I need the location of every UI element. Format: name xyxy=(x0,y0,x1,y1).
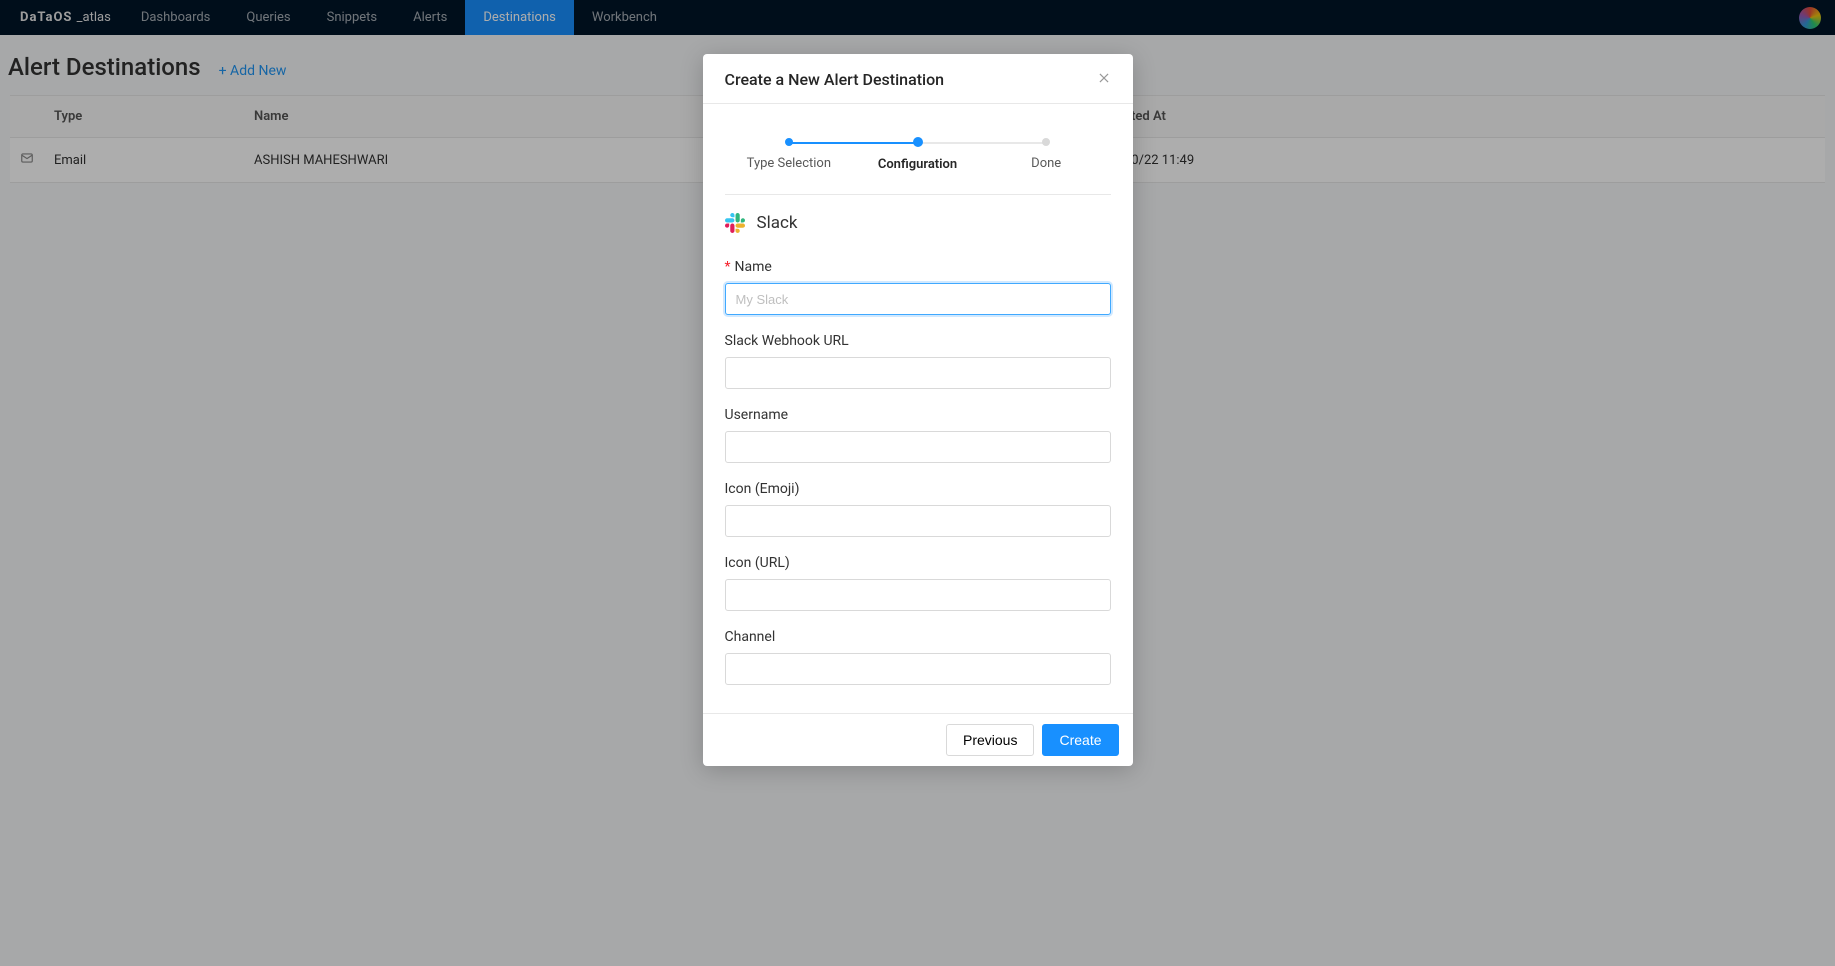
label-webhook: Slack Webhook URL xyxy=(725,333,1111,349)
form-group-username: Username xyxy=(725,407,1111,463)
icon-url-input[interactable] xyxy=(725,579,1111,611)
webhook-input[interactable] xyxy=(725,357,1111,389)
label-icon-emoji: Icon (Emoji) xyxy=(725,481,1111,497)
divider xyxy=(725,194,1111,195)
username-input[interactable] xyxy=(725,431,1111,463)
form-group-webhook: Slack Webhook URL xyxy=(725,333,1111,389)
modal-overlay[interactable]: Create a New Alert Destination Type Sele… xyxy=(0,0,1835,966)
form-group-channel: Channel xyxy=(725,629,1111,685)
step-line-1 xyxy=(789,142,918,144)
modal-title: Create a New Alert Destination xyxy=(725,70,945,89)
form-group-icon-url: Icon (URL) xyxy=(725,555,1111,611)
steps: Type Selection Configuration Done xyxy=(725,138,1111,172)
create-button[interactable]: Create xyxy=(1042,724,1118,756)
step-dot xyxy=(1042,138,1050,146)
modal-header: Create a New Alert Destination xyxy=(703,54,1133,104)
label-name: *Name xyxy=(725,259,1111,275)
step-line-2 xyxy=(918,142,1047,144)
destination-type: Slack xyxy=(725,213,1111,233)
modal: Create a New Alert Destination Type Sele… xyxy=(703,54,1133,766)
step-label: Done xyxy=(982,156,1111,171)
modal-footer: Previous Create xyxy=(703,713,1133,766)
form-group-name: *Name xyxy=(725,259,1111,315)
step-label: Configuration xyxy=(853,157,982,172)
modal-body: Type Selection Configuration Done xyxy=(703,104,1133,713)
icon-emoji-input[interactable] xyxy=(725,505,1111,537)
step-label: Type Selection xyxy=(725,156,854,171)
destination-type-name: Slack xyxy=(757,213,798,233)
label-username: Username xyxy=(725,407,1111,423)
step-dot xyxy=(913,137,923,147)
channel-input[interactable] xyxy=(725,653,1111,685)
label-icon-url: Icon (URL) xyxy=(725,555,1111,571)
slack-icon xyxy=(725,213,745,233)
form-group-icon-emoji: Icon (Emoji) xyxy=(725,481,1111,537)
name-input[interactable] xyxy=(725,283,1111,315)
label-channel: Channel xyxy=(725,629,1111,645)
close-icon[interactable] xyxy=(1097,70,1111,89)
step-dot xyxy=(785,138,793,146)
label-text: Name xyxy=(735,259,772,275)
previous-button[interactable]: Previous xyxy=(946,724,1034,756)
required-star: * xyxy=(725,259,731,275)
